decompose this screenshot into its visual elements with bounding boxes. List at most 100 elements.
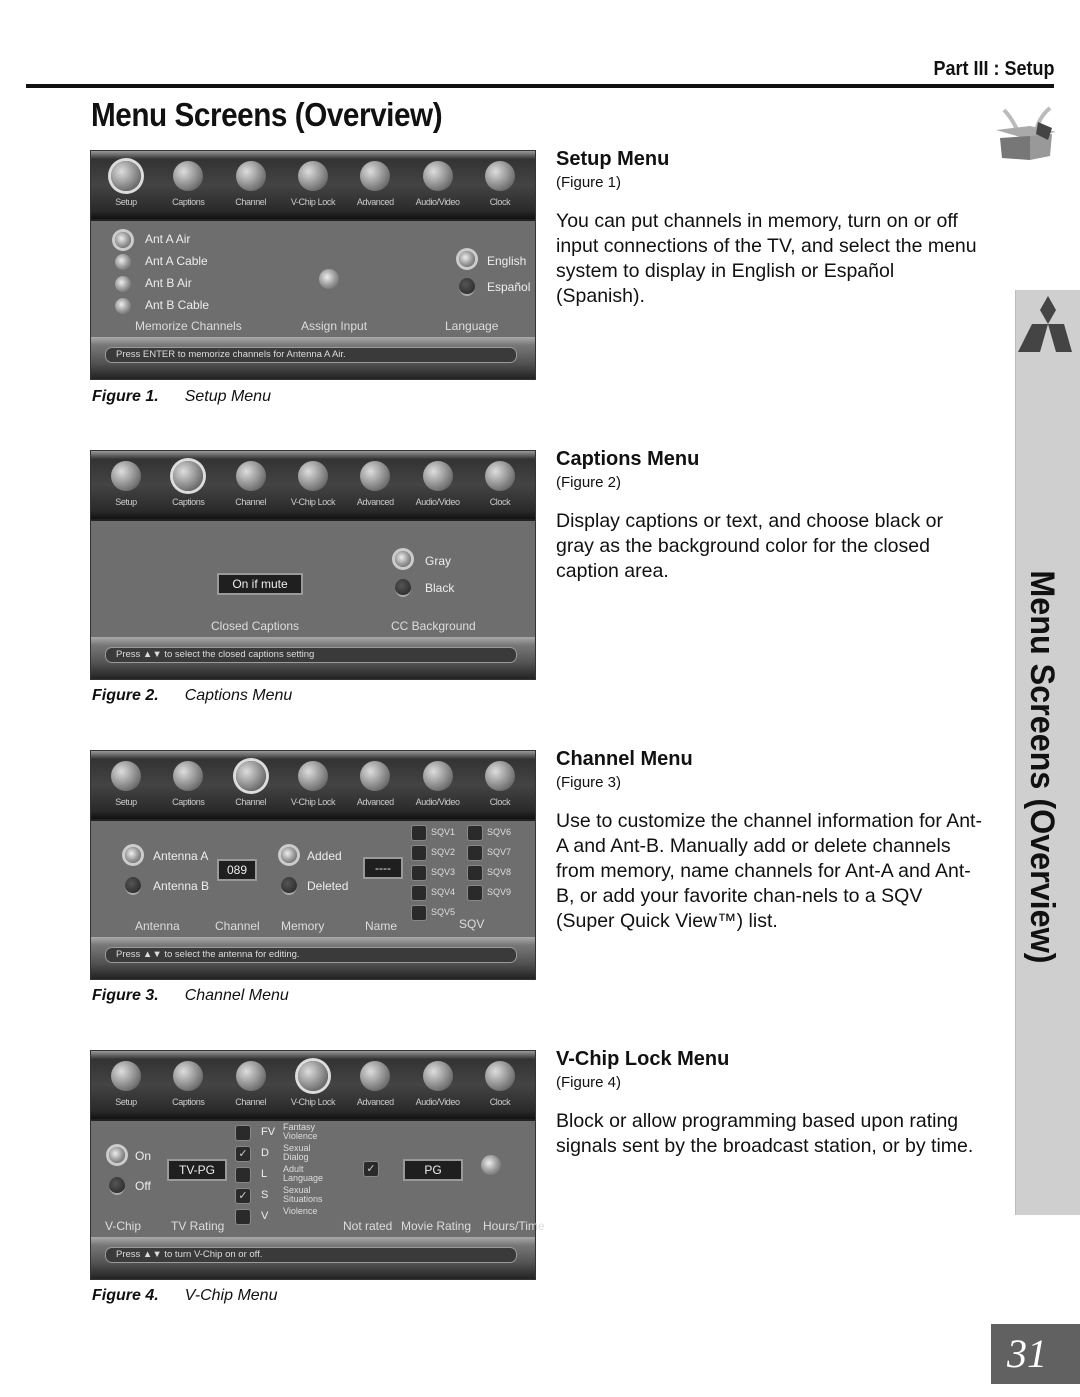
radio-english[interactable] — [459, 251, 475, 267]
content-checkbox[interactable] — [235, 1209, 251, 1225]
sqv-label: SQV1 — [431, 827, 456, 837]
sqv-checkbox[interactable] — [467, 845, 483, 861]
tab-advanced[interactable]: Advanced — [346, 1053, 404, 1107]
radio-espanol[interactable] — [459, 278, 475, 296]
tab-vchip-lock[interactable]: V-Chip Lock — [284, 1053, 342, 1107]
status-message: Press ▲▼ to select the closed captions s… — [105, 647, 517, 663]
closed-captions-value[interactable]: On if mute — [217, 573, 303, 595]
tab-captions[interactable]: Captions — [159, 153, 217, 207]
sqv-label: SQV7 — [487, 847, 512, 857]
tab-audio-video[interactable]: Audio/Video — [409, 1053, 467, 1107]
tab-clock[interactable]: Clock — [471, 753, 529, 807]
sqv-checkbox[interactable] — [467, 885, 483, 901]
tab-setup[interactable]: Setup — [97, 153, 155, 207]
sqv-checkbox[interactable] — [411, 905, 427, 921]
tab-clock[interactable]: Clock — [471, 1053, 529, 1107]
option-label: English — [487, 254, 527, 268]
part-label: Part III : Setup — [932, 58, 1054, 80]
tab-clock[interactable]: Clock — [471, 453, 529, 507]
option-label: Deleted — [307, 879, 349, 893]
tab-audio-video[interactable]: Audio/Video — [409, 153, 467, 207]
radio-black[interactable] — [395, 579, 411, 597]
option-label: Off — [135, 1179, 151, 1193]
memory-header: Memory — [281, 919, 325, 933]
channel-icon — [235, 1061, 266, 1091]
sqv-checkbox[interactable] — [467, 825, 483, 841]
content-description: Violence — [283, 1206, 318, 1216]
setup-icon — [111, 461, 141, 491]
clock-icon — [484, 461, 515, 491]
sqv-label: SQV9 — [487, 887, 512, 897]
tab-audio-video[interactable]: Audio/Video — [409, 453, 467, 507]
radio-vchip-off[interactable] — [109, 1177, 125, 1195]
radio-deleted[interactable] — [281, 877, 297, 895]
tab-advanced[interactable]: Advanced — [346, 153, 404, 207]
menu-tab-bar: Setup Captions Channel V-Chip Lock Advan… — [91, 751, 535, 821]
section-heading: Setup Menu — [556, 148, 670, 170]
tab-channel[interactable]: Channel — [222, 1053, 280, 1107]
sqv-checkbox[interactable] — [411, 885, 427, 901]
content-description: Sexual Situations — [283, 1185, 323, 1204]
hours-time-button[interactable] — [481, 1155, 501, 1175]
sqv-checkbox[interactable] — [467, 865, 483, 881]
figure-caption: Figure 3. Channel Menu — [92, 987, 289, 1004]
radio-added[interactable] — [281, 847, 297, 863]
channel-name-field[interactable]: ---- — [363, 857, 403, 879]
sqv-label: SQV8 — [487, 867, 512, 877]
content-checkbox[interactable] — [235, 1125, 251, 1141]
tab-vchip-lock[interactable]: V-Chip Lock — [284, 453, 342, 507]
tab-setup[interactable]: Setup — [97, 453, 155, 507]
radio-ant-a-cable[interactable] — [115, 254, 131, 270]
assign-input-button[interactable] — [319, 269, 339, 289]
setup-icon — [111, 1061, 141, 1091]
tab-setup[interactable]: Setup — [97, 753, 155, 807]
tab-captions[interactable]: Captions — [159, 1053, 217, 1107]
clock-icon — [484, 1061, 515, 1091]
radio-antenna-a[interactable] — [125, 847, 141, 863]
channel-number-field[interactable]: 089 — [217, 859, 257, 881]
page-number: 31 — [991, 1324, 1080, 1384]
radio-ant-a-air[interactable] — [115, 232, 131, 248]
tab-channel[interactable]: Channel — [222, 153, 280, 207]
radio-vchip-on[interactable] — [109, 1147, 125, 1163]
tab-channel[interactable]: Channel — [222, 753, 280, 807]
figure-reference: (Figure 4) — [556, 1074, 622, 1091]
tab-advanced[interactable]: Advanced — [346, 753, 404, 807]
tv-rating-field[interactable]: TV-PG — [167, 1159, 227, 1181]
content-code: D — [261, 1147, 269, 1159]
section-heading: Captions Menu — [556, 448, 700, 470]
radio-ant-b-cable[interactable] — [115, 298, 131, 314]
lock-icon — [297, 1061, 328, 1091]
radio-antenna-b[interactable] — [125, 877, 141, 895]
section-body: You can put channels in memory, turn on … — [556, 210, 977, 307]
option-label: Ant B Cable — [145, 298, 210, 312]
movie-rating-field[interactable]: PG — [403, 1159, 463, 1181]
tab-setup[interactable]: Setup — [97, 1053, 155, 1107]
tab-vchip-lock[interactable]: V-Chip Lock — [284, 153, 342, 207]
section-heading: V-Chip Lock Menu — [556, 1048, 730, 1070]
radio-ant-b-air[interactable] — [115, 276, 131, 292]
movie-rating-header: Movie Rating — [401, 1219, 472, 1233]
tab-captions[interactable]: Captions — [159, 453, 217, 507]
tab-audio-video[interactable]: Audio/Video — [409, 753, 467, 807]
figure-reference: (Figure 2) — [556, 474, 622, 491]
sqv-checkbox[interactable] — [411, 845, 427, 861]
not-rated-checkbox[interactable]: ✓ — [363, 1161, 379, 1177]
section-body: Block or allow programming based upon ra… — [556, 1110, 974, 1157]
tab-advanced[interactable]: Advanced — [346, 453, 404, 507]
lock-icon — [297, 761, 328, 791]
tab-captions[interactable]: Captions — [159, 753, 217, 807]
content-checkbox[interactable] — [235, 1167, 251, 1183]
content-checkbox[interactable]: ✓ — [235, 1146, 251, 1162]
sqv-checkbox[interactable] — [411, 865, 427, 881]
content-checkbox[interactable]: ✓ — [235, 1188, 251, 1204]
antenna-header: Antenna — [135, 919, 180, 933]
sqv-checkbox[interactable] — [411, 825, 427, 841]
sqv-label: SQV2 — [431, 847, 456, 857]
tab-clock[interactable]: Clock — [471, 153, 529, 207]
radio-gray[interactable] — [395, 551, 411, 567]
tab-channel[interactable]: Channel — [222, 453, 280, 507]
hours-time-header: Hours/Time — [483, 1219, 545, 1233]
status-message: Press ▲▼ to select the antenna for editi… — [105, 947, 517, 963]
tab-vchip-lock[interactable]: V-Chip Lock — [284, 753, 342, 807]
